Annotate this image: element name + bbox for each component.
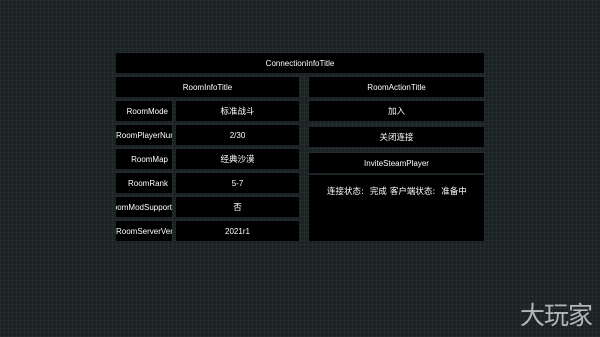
room-map-value-text: 经典沙漠 xyxy=(220,155,255,165)
client-status-value: 准备中 xyxy=(441,187,467,197)
connection-info-title: ConnectionInfoTitle xyxy=(116,53,484,73)
client-status-label: 客户端状态: xyxy=(389,187,436,197)
room-mod-support-label-text: RoomModSupport xyxy=(116,202,172,212)
room-server-version-value: 2021r1 xyxy=(176,221,299,241)
room-action-title: RoomActionTitle xyxy=(309,77,484,97)
room-player-number-value-text: 2/30 xyxy=(229,130,246,140)
room-player-number-value: 2/30 xyxy=(176,125,299,145)
room-map-label: RoomMap xyxy=(116,149,172,169)
room-player-number-label: RoomPlayerNumber xyxy=(116,125,172,145)
close-connection-button-label: 关闭连接 xyxy=(379,133,414,143)
room-server-version-value-text: 2021r1 xyxy=(225,226,250,236)
room-server-version-label: RoomServerVersion xyxy=(116,221,172,241)
room-info-title-text: RoomInfoTitle xyxy=(182,82,233,92)
join-room-button-label: 加入 xyxy=(387,107,405,117)
room-map-label-text: RoomMap xyxy=(131,154,168,164)
room-mod-support-value: 否 xyxy=(176,197,299,217)
room-rank-label-text: RoomRank xyxy=(127,178,168,188)
invite-steam-player-button[interactable]: InviteSteamPlayer xyxy=(309,153,484,173)
invite-steam-player-button-label: InviteSteamPlayer xyxy=(364,158,429,168)
room-action-title-text: RoomActionTitle xyxy=(367,82,426,92)
connection-status-label: 连接状态: xyxy=(327,187,364,197)
room-player-number-label-text: RoomPlayerNumber xyxy=(116,130,172,140)
connection-info-title-text: ConnectionInfoTitle xyxy=(265,58,335,68)
connection-status-value: 完成 xyxy=(369,187,387,197)
room-mode-label: RoomMode xyxy=(116,101,172,121)
room-mode-value-text: 标准战斗 xyxy=(220,107,255,117)
room-mod-support-label: RoomModSupport xyxy=(116,197,172,217)
watermark-logo: 大玩家 xyxy=(519,301,593,330)
room-rank-value-text: 5-7 xyxy=(231,178,244,188)
room-rank-value: 5-7 xyxy=(176,173,299,193)
room-server-version-label-text: RoomServerVersion xyxy=(116,226,172,236)
room-mode-value: 标准战斗 xyxy=(176,101,299,121)
room-mode-label-text: RoomMode xyxy=(126,106,168,116)
room-map-value: 经典沙漠 xyxy=(176,149,299,169)
join-room-button[interactable]: 加入 xyxy=(309,101,484,121)
room-rank-label: RoomRank xyxy=(116,173,172,193)
close-connection-button[interactable]: 关闭连接 xyxy=(309,127,484,147)
room-info-title: RoomInfoTitle xyxy=(116,77,299,97)
room-mod-support-value-text: 否 xyxy=(233,203,242,213)
connection-status-panel: 连接状态: 完成 客户端状态: 准备中 xyxy=(309,175,484,241)
